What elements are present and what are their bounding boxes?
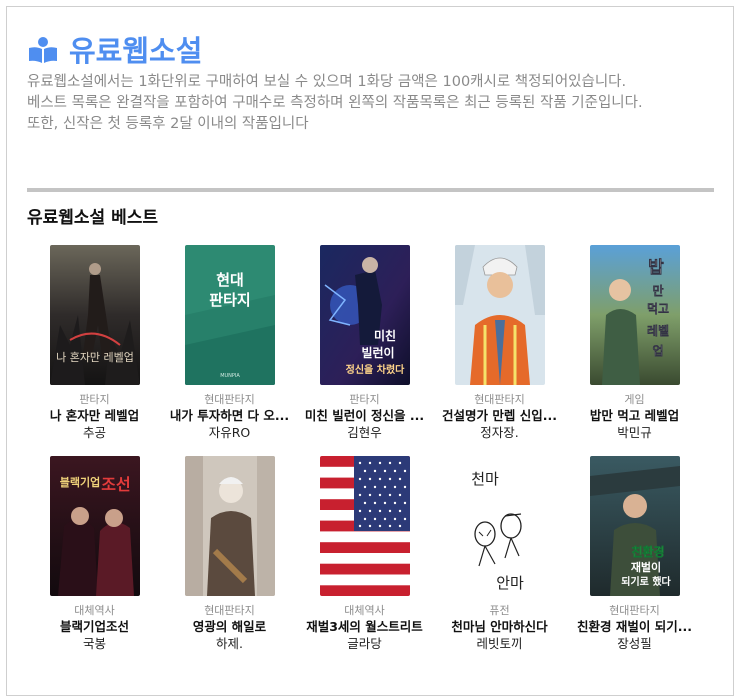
svg-text:현대: 현대 <box>216 271 244 289</box>
novel-genre: 대체역사 <box>74 604 115 617</box>
novel-title[interactable]: 영광의 해일로 <box>162 618 297 635</box>
title-row: 유료웹소설 <box>27 27 717 71</box>
svg-text:되기로 했다: 되기로 했다 <box>621 575 671 588</box>
novel-title[interactable]: 천마님 안마하신다 <box>432 618 567 635</box>
description-line-2: 베스트 목록은 완결작을 포함하여 구매수로 측정하며 왼쪽의 작품목록은 최근… <box>27 95 643 111</box>
novel-card[interactable]: 대체역사 재벌3세의 월스트리트 글라당 <box>297 456 432 652</box>
novel-genre: 게임 <box>624 393 645 406</box>
novel-card[interactable]: 현대판타지 영광의 해일로 하제. <box>162 456 297 652</box>
novel-genre: 현대판타지 <box>204 604 255 617</box>
novel-cover[interactable] <box>184 456 275 596</box>
svg-text:재벌이: 재벌이 <box>630 560 660 574</box>
header-divider <box>27 188 714 192</box>
novel-author: 장성필 <box>617 636 652 651</box>
novel-author: 글라당 <box>347 636 382 651</box>
page-title: 유료웹소설 <box>69 34 203 68</box>
novel-card[interactable]: 천마 안마 퓨전 천마님 안마하신다 레빗토끼 <box>432 456 567 652</box>
svg-text:천마: 천마 <box>471 470 499 488</box>
novel-cover[interactable]: 천마 안마 <box>454 456 545 596</box>
novel-card[interactable]: 현대판타지 건설명가 만렙 신입... 정자장. <box>432 245 567 441</box>
novel-author: 국봉 <box>82 636 106 651</box>
novel-cover[interactable]: 밥 만 먹고 레벨 업 <box>589 245 680 385</box>
svg-text:MUNPIA: MUNPIA <box>220 373 240 379</box>
novel-genre: 판타지 <box>349 393 380 406</box>
novel-cover[interactable]: 현대 판타지 MUNPIA <box>184 245 275 385</box>
svg-text:먹고: 먹고 <box>646 302 668 316</box>
novel-author: 정자장. <box>480 425 519 440</box>
grid-row: 나 혼자만 레벨업 판타지 나 혼자만 레벨업 추공 현대 판타지 MUNPIA <box>27 245 702 441</box>
svg-text:블랙기업: 블랙기업 <box>59 475 99 489</box>
novel-author: 김현우 <box>347 425 382 440</box>
novel-title[interactable]: 나 혼자만 레벨업 <box>27 407 162 424</box>
novel-card[interactable]: 나 혼자만 레벨업 판타지 나 혼자만 레벨업 추공 <box>27 245 162 441</box>
novel-author: 박민규 <box>617 425 652 440</box>
novel-genre: 현대판타지 <box>204 393 255 406</box>
novel-cover[interactable]: 미친 빌런이 정신을 차렸다 <box>319 245 410 385</box>
best-section-title: 유료웹소설 베스트 <box>27 208 159 228</box>
novel-title[interactable]: 내가 투자하면 다 오... <box>162 407 297 424</box>
novel-genre: 현대판타지 <box>609 604 660 617</box>
svg-text:레벨: 레벨 <box>646 323 668 338</box>
novel-author: 자유RO <box>208 425 251 440</box>
description-line-3: 또한, 신작은 첫 등록후 2달 이내의 작품입니다 <box>27 116 309 132</box>
novel-title[interactable]: 친환경 재벌이 되기... <box>567 618 702 635</box>
novel-genre: 판타지 <box>79 393 110 406</box>
content-panel: 유료웹소설 유료웹소설에서는 1화단위로 구매하여 보실 수 있으며 1화당 금… <box>6 6 734 696</box>
svg-text:안마: 안마 <box>496 574 524 592</box>
novel-cover[interactable]: 친환경 재벌이 되기로 했다 <box>589 456 680 596</box>
svg-text:조선: 조선 <box>101 475 130 494</box>
svg-text:친환경: 친환경 <box>631 544 664 559</box>
svg-text:만: 만 <box>652 283 663 298</box>
novel-author: 레빗토끼 <box>476 636 523 651</box>
novel-card[interactable]: 현대 판타지 MUNPIA 현대판타지 내가 투자하면 다 오... 자유RO <box>162 245 297 441</box>
svg-text:정신을 차렸다: 정신을 차렸다 <box>345 363 404 376</box>
novel-genre: 현대판타지 <box>474 393 525 406</box>
novel-cover[interactable]: 나 혼자만 레벨업 <box>49 245 140 385</box>
svg-text:업: 업 <box>652 344 663 358</box>
page-header: 유료웹소설 유료웹소설에서는 1화단위로 구매하여 보실 수 있으며 1화당 금… <box>27 27 717 135</box>
novel-author: 하제. <box>216 636 243 651</box>
novel-title[interactable]: 미친 빌런이 정신을 ... <box>297 407 432 424</box>
open-book-icon <box>29 37 57 63</box>
novel-cover[interactable] <box>454 245 545 385</box>
svg-text:판타지: 판타지 <box>209 291 250 309</box>
novel-genre: 대체역사 <box>344 604 385 617</box>
novel-cover-text: 나 혼자만 레벨업 <box>56 351 134 364</box>
novel-author: 추공 <box>82 425 106 440</box>
novel-genre: 퓨전 <box>489 604 510 617</box>
novel-title[interactable]: 재벌3세의 월스트리트 <box>297 618 432 635</box>
novel-card[interactable]: 친환경 재벌이 되기로 했다 현대판타지 친환경 재벌이 되기... 장성필 <box>567 456 702 652</box>
novel-card[interactable]: 밥 만 먹고 레벨 업 게임 밥만 먹고 레벨업 박민규 <box>567 245 702 441</box>
novel-cover[interactable]: 블랙기업 조선 <box>49 456 140 596</box>
grid-row: 블랙기업 조선 대체역사 블랙기업조선 국봉 현대판타지 영광의 해일로 하제.… <box>27 456 702 652</box>
svg-text:미친: 미친 <box>373 328 395 343</box>
best-novel-grid: 나 혼자만 레벨업 판타지 나 혼자만 레벨업 추공 현대 판타지 MUNPIA <box>27 245 702 652</box>
novel-title[interactable]: 건설명가 만렙 신입... <box>432 407 567 424</box>
novel-card[interactable]: 블랙기업 조선 대체역사 블랙기업조선 국봉 <box>27 456 162 652</box>
description-line-1: 유료웹소설에서는 1화단위로 구매하여 보실 수 있으며 1화당 금액은 100… <box>27 74 627 90</box>
page-description: 유료웹소설에서는 1화단위로 구매하여 보실 수 있으며 1화당 금액은 100… <box>27 72 717 135</box>
novel-card[interactable]: 미친 빌런이 정신을 차렸다 판타지 미친 빌런이 정신을 ... 김현우 <box>297 245 432 441</box>
novel-cover[interactable] <box>319 456 410 596</box>
novel-title[interactable]: 밥만 먹고 레벨업 <box>567 407 702 424</box>
svg-text:밥: 밥 <box>648 258 664 278</box>
novel-title[interactable]: 블랙기업조선 <box>27 618 162 635</box>
svg-text:빌런이: 빌런이 <box>361 345 394 360</box>
